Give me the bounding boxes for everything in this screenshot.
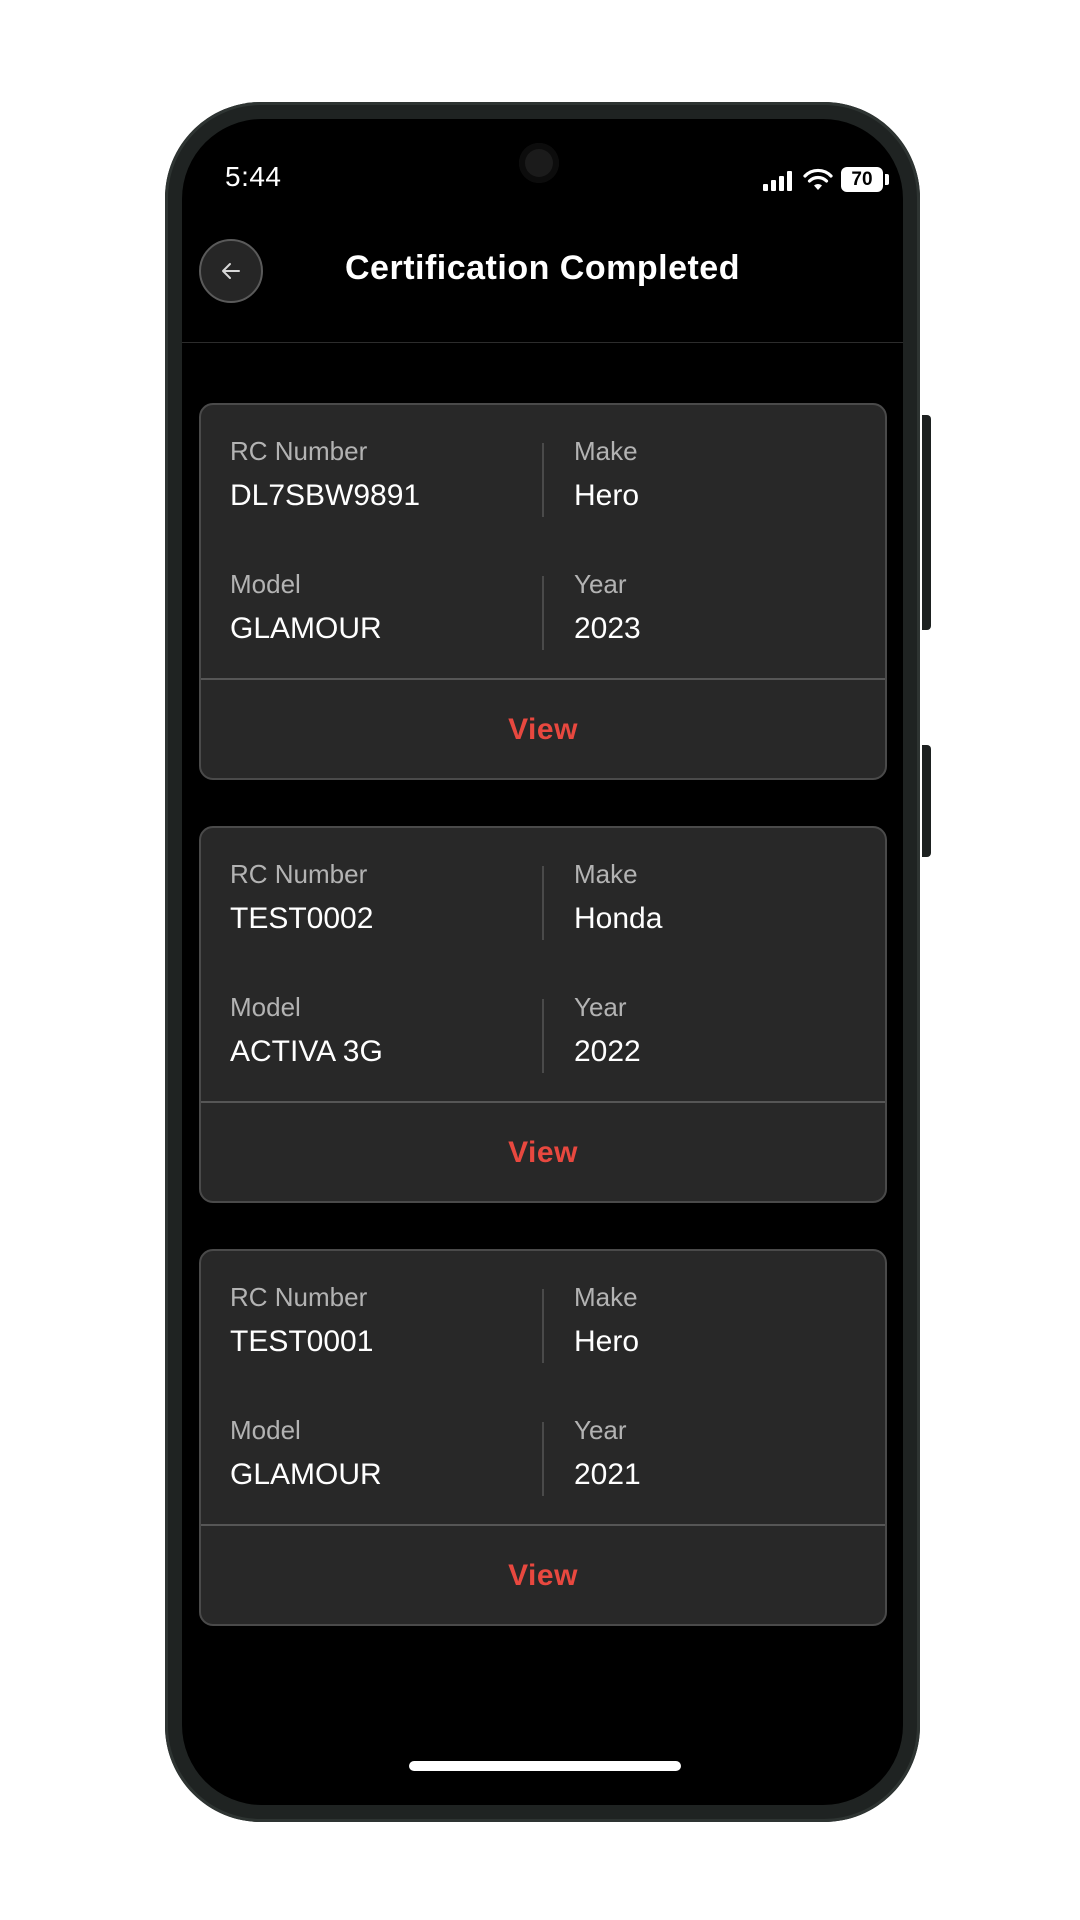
make-field: Make Honda bbox=[574, 858, 874, 938]
year-label: Year bbox=[574, 569, 627, 599]
make-field: Make Hero bbox=[574, 1281, 874, 1361]
certification-card: RC Number TEST0002 Make Honda Model ACTI… bbox=[199, 826, 887, 1203]
view-button[interactable]: View bbox=[201, 680, 885, 778]
make-value: Hero bbox=[574, 1325, 640, 1358]
field-divider bbox=[542, 1289, 544, 1363]
make-label: Make bbox=[574, 1282, 638, 1312]
model-field: Model ACTIVA 3G bbox=[230, 991, 530, 1071]
rc-number-value: TEST0002 bbox=[230, 902, 374, 935]
certification-list: RC Number DL7SBW9891 Make Hero Model GLA… bbox=[199, 403, 887, 1672]
model-field: Model GLAMOUR bbox=[230, 568, 530, 648]
year-label: Year bbox=[574, 1415, 627, 1445]
make-value: Honda bbox=[574, 902, 663, 935]
model-label: Model bbox=[230, 1415, 301, 1445]
make-label: Make bbox=[574, 436, 638, 466]
battery-icon: 70 bbox=[841, 167, 883, 192]
rc-number-value: TEST0001 bbox=[230, 1325, 374, 1358]
certification-card: RC Number TEST0001 Make Hero Model GLAMO… bbox=[199, 1249, 887, 1626]
header-divider bbox=[182, 342, 903, 343]
year-value: 2022 bbox=[574, 1035, 641, 1068]
power-button bbox=[922, 415, 931, 630]
field-divider bbox=[542, 999, 544, 1073]
status-time: 5:44 bbox=[225, 161, 282, 192]
rc-number-label: RC Number bbox=[230, 859, 368, 889]
model-label: Model bbox=[230, 569, 301, 599]
model-field: Model GLAMOUR bbox=[230, 1414, 530, 1494]
field-divider bbox=[542, 576, 544, 650]
rc-number-field: RC Number DL7SBW9891 bbox=[230, 435, 530, 515]
volume-button bbox=[922, 745, 931, 857]
rc-number-field: RC Number TEST0002 bbox=[230, 858, 530, 938]
model-value: ACTIVA 3G bbox=[230, 1035, 383, 1068]
year-value: 2023 bbox=[574, 612, 641, 645]
view-button[interactable]: View bbox=[201, 1526, 885, 1624]
year-field: Year 2022 bbox=[574, 991, 874, 1071]
field-divider bbox=[542, 866, 544, 940]
wifi-icon bbox=[803, 168, 833, 190]
screen: 5:44 70 Certification Completed RC Numbe… bbox=[182, 119, 903, 1805]
rc-number-label: RC Number bbox=[230, 1282, 368, 1312]
rc-number-label: RC Number bbox=[230, 436, 368, 466]
signal-icon bbox=[763, 171, 792, 191]
model-value: GLAMOUR bbox=[230, 612, 382, 645]
year-label: Year bbox=[574, 992, 627, 1022]
make-field: Make Hero bbox=[574, 435, 874, 515]
year-field: Year 2023 bbox=[574, 568, 874, 648]
home-indicator[interactable] bbox=[409, 1761, 681, 1771]
rc-number-value: DL7SBW9891 bbox=[230, 479, 421, 512]
make-label: Make bbox=[574, 859, 638, 889]
field-divider bbox=[542, 443, 544, 517]
view-button[interactable]: View bbox=[201, 1103, 885, 1201]
year-field: Year 2021 bbox=[574, 1414, 874, 1494]
year-value: 2021 bbox=[574, 1458, 641, 1491]
battery-tip bbox=[885, 174, 889, 185]
status-bar: 5:44 70 bbox=[182, 119, 903, 239]
make-value: Hero bbox=[574, 479, 640, 512]
model-label: Model bbox=[230, 992, 301, 1022]
field-divider bbox=[542, 1422, 544, 1496]
model-value: GLAMOUR bbox=[230, 1458, 382, 1491]
front-camera bbox=[519, 143, 559, 183]
page-title: Certification Completed bbox=[345, 249, 740, 287]
certification-card: RC Number DL7SBW9891 Make Hero Model GLA… bbox=[199, 403, 887, 780]
rc-number-field: RC Number TEST0001 bbox=[230, 1281, 530, 1361]
